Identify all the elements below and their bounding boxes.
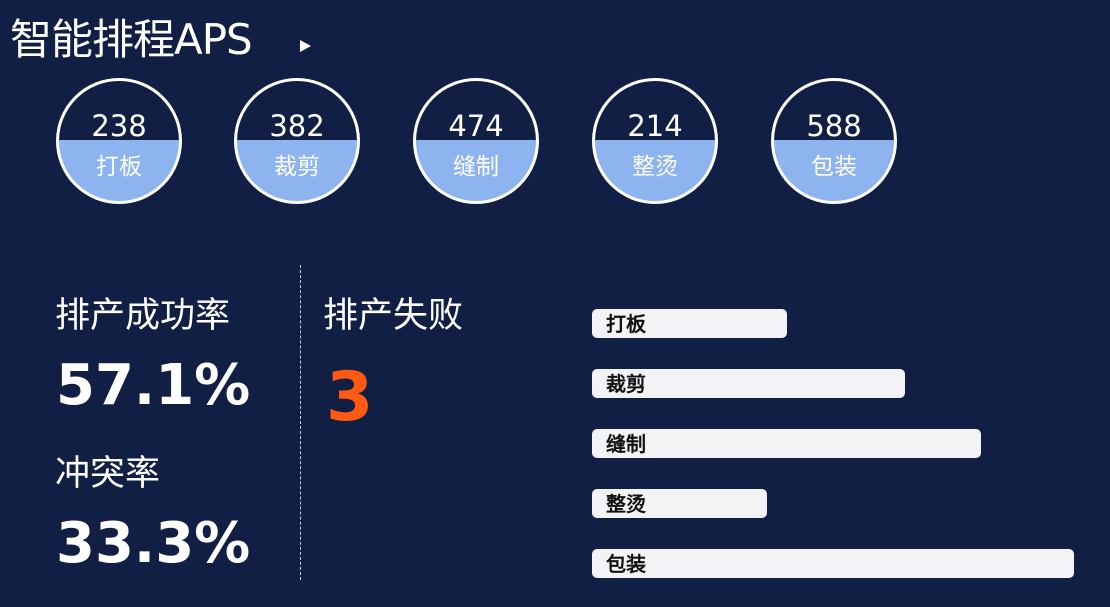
- process-bar: 裁剪: [592, 369, 905, 398]
- expand-arrow-icon[interactable]: [300, 40, 311, 52]
- process-circle-baozhuang[interactable]: 588 包装: [771, 78, 897, 204]
- process-count: 238: [91, 109, 147, 143]
- process-count: 588: [806, 109, 862, 143]
- process-bar: 打板: [592, 309, 787, 338]
- process-count: 382: [269, 109, 325, 143]
- process-bar-label: 缝制: [606, 432, 646, 456]
- process-circle-zhengtang[interactable]: 214 整烫: [592, 78, 718, 204]
- process-count: 214: [627, 109, 683, 143]
- process-circle-caijian[interactable]: 382 裁剪: [234, 78, 360, 204]
- process-bar: 缝制: [592, 429, 981, 458]
- conflict-rate-value: 33.3%: [56, 511, 251, 576]
- process-bar: 包装: [592, 549, 1074, 578]
- process-bar-label: 包装: [606, 552, 646, 576]
- process-circle-fengzhi[interactable]: 474 缝制: [413, 78, 539, 204]
- failure-label: 排产失败: [323, 296, 464, 336]
- process-label: 打板: [96, 154, 142, 180]
- process-label: 缝制: [453, 154, 499, 180]
- success-rate-label: 排产成功率: [55, 296, 231, 336]
- process-bar-label: 裁剪: [606, 372, 646, 396]
- failure-value: 3: [326, 358, 374, 437]
- page-title: 智能排程APS: [10, 15, 253, 64]
- success-rate-value: 57.1%: [56, 353, 251, 418]
- process-circle-dahban[interactable]: 238 打板: [56, 78, 182, 204]
- process-label: 包装: [811, 154, 857, 180]
- process-bar-label: 整烫: [606, 492, 646, 516]
- process-bar-label: 打板: [606, 312, 646, 336]
- process-label: 裁剪: [274, 154, 320, 180]
- process-bar: 整烫: [592, 489, 767, 518]
- process-count: 474: [448, 109, 504, 143]
- process-label: 整烫: [632, 154, 678, 180]
- section-divider: [300, 265, 301, 580]
- conflict-rate-label: 冲突率: [55, 454, 161, 494]
